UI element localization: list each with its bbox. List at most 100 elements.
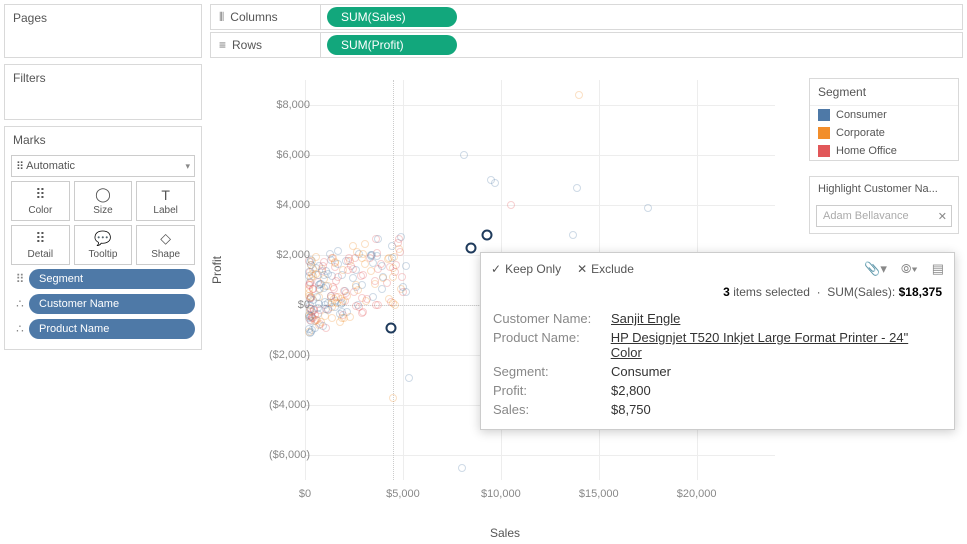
data-point[interactable]	[491, 179, 499, 187]
set-icon[interactable]: ⦾▾	[901, 261, 918, 277]
data-point[interactable]	[460, 151, 468, 159]
marks-label-button[interactable]: TLabel	[136, 181, 195, 221]
data-point[interactable]	[354, 286, 362, 294]
marks-size-button[interactable]: ◯Size	[74, 181, 133, 221]
data-point[interactable]	[374, 301, 382, 309]
data-point[interactable]	[313, 316, 321, 324]
marks-btn-label: Shape	[151, 249, 180, 260]
data-point[interactable]	[334, 273, 342, 281]
filters-shelf[interactable]: Filters	[4, 64, 202, 120]
pages-shelf[interactable]: Pages	[4, 4, 202, 58]
group-icon[interactable]: 📎▾	[864, 261, 887, 277]
data-point[interactable]	[389, 273, 397, 281]
data-point[interactable]	[402, 262, 410, 270]
data-point[interactable]	[351, 254, 359, 262]
data-point[interactable]	[333, 299, 341, 307]
rows-shelf[interactable]: ≡Rows SUM(Profit)	[210, 32, 963, 58]
data-point[interactable]	[319, 262, 327, 270]
data-point[interactable]	[374, 235, 382, 243]
rows-icon: ≡	[219, 38, 226, 52]
data-point[interactable]	[358, 294, 366, 302]
data-point[interactable]	[319, 322, 327, 330]
marks-type-select[interactable]: ⠿ Automatic ▾	[11, 155, 195, 177]
selected-point[interactable]	[466, 242, 477, 253]
data-point[interactable]	[306, 313, 314, 321]
data-point[interactable]	[367, 267, 375, 275]
data-point[interactable]	[405, 374, 413, 382]
marks-detail-button[interactable]: ⠿Detail	[11, 225, 70, 265]
tooltip-value: Consumer	[611, 364, 671, 379]
pill-product-name[interactable]: Product Name	[29, 319, 195, 339]
data-point[interactable]	[324, 270, 332, 278]
tooltip: ✓Keep Only ✕Exclude 📎▾ ⦾▾ ▤ 3 items sele…	[480, 252, 955, 430]
x-tick: $20,000	[677, 488, 717, 500]
marks-card: Marks ⠿ Automatic ▾ ⠿Color◯SizeTLabel⠿De…	[4, 126, 202, 350]
data-point[interactable]	[644, 204, 652, 212]
data-point[interactable]	[343, 292, 351, 300]
legend-item-corporate[interactable]: Corporate	[810, 124, 958, 142]
y-tick: $2,000	[220, 249, 310, 261]
data-point[interactable]	[316, 280, 324, 288]
data-point[interactable]	[344, 257, 352, 265]
data-point[interactable]	[384, 255, 392, 263]
columns-icon: ⦀	[219, 10, 224, 25]
data-point[interactable]	[339, 266, 347, 274]
data-point[interactable]	[334, 260, 342, 268]
close-icon: ✕	[577, 262, 587, 276]
marks-tooltip-button[interactable]: 💬Tooltip	[74, 225, 133, 265]
pages-title: Pages	[5, 5, 201, 31]
marks-shape-button[interactable]: ◇Shape	[136, 225, 195, 265]
data-point[interactable]	[379, 273, 387, 281]
legend-item-home-office[interactable]: Home Office	[810, 142, 958, 160]
columns-pill[interactable]: SUM(Sales)	[327, 7, 457, 27]
color-icon: ⠿	[35, 186, 45, 203]
data-point[interactable]	[378, 285, 386, 293]
rows-pill[interactable]: SUM(Profit)	[327, 35, 457, 55]
data-point[interactable]	[389, 264, 397, 272]
data-point[interactable]	[399, 283, 407, 291]
pill-segment[interactable]: Segment	[29, 269, 195, 289]
highlight-input[interactable]: Adam Bellavance ✕	[816, 205, 952, 227]
data-point[interactable]	[359, 308, 367, 316]
legend-item-consumer[interactable]: Consumer	[810, 106, 958, 124]
tooltip-key: Sales:	[493, 402, 603, 417]
data-point[interactable]	[391, 301, 399, 309]
legend-swatch	[818, 127, 830, 139]
data-point[interactable]	[308, 326, 316, 334]
marks-color-button[interactable]: ⠿Color	[11, 181, 70, 221]
data-point[interactable]	[338, 308, 346, 316]
data-point[interactable]	[575, 91, 583, 99]
pill-customer-name[interactable]: Customer Name	[29, 294, 195, 314]
selected-point[interactable]	[386, 322, 397, 333]
data-point[interactable]	[334, 247, 342, 255]
highlight-card: Highlight Customer Na... Adam Bellavance…	[809, 176, 959, 234]
legend-label: Consumer	[836, 109, 887, 121]
check-icon: ✓	[491, 262, 501, 276]
data-point[interactable]	[307, 274, 315, 282]
exclude-button[interactable]: ✕Exclude	[577, 262, 634, 276]
view-data-icon[interactable]: ▤	[932, 261, 944, 277]
data-point[interactable]	[458, 464, 466, 472]
clear-icon[interactable]: ✕	[938, 210, 947, 223]
data-point[interactable]	[352, 266, 360, 274]
selected-point[interactable]	[482, 230, 493, 241]
data-point[interactable]	[322, 305, 330, 313]
data-point[interactable]	[361, 240, 369, 248]
x-axis-title: Sales	[490, 526, 520, 540]
columns-shelf[interactable]: ⦀Columns SUM(Sales)	[210, 4, 963, 30]
data-point[interactable]	[396, 248, 404, 256]
data-point[interactable]	[395, 235, 403, 243]
x-tick: $5,000	[386, 488, 420, 500]
keep-only-button[interactable]: ✓Keep Only	[491, 262, 561, 276]
data-point[interactable]	[573, 184, 581, 192]
data-point[interactable]	[366, 254, 374, 262]
data-point[interactable]	[507, 201, 515, 209]
data-point[interactable]	[398, 273, 406, 281]
data-point[interactable]	[389, 394, 397, 402]
data-point[interactable]	[349, 242, 357, 250]
tooltip-value: Sanjit Engle	[611, 311, 680, 326]
data-point[interactable]	[569, 231, 577, 239]
marks-btn-label: Detail	[28, 249, 54, 260]
y-tick: $6,000	[220, 149, 310, 161]
legend-label: Home Office	[836, 145, 897, 157]
